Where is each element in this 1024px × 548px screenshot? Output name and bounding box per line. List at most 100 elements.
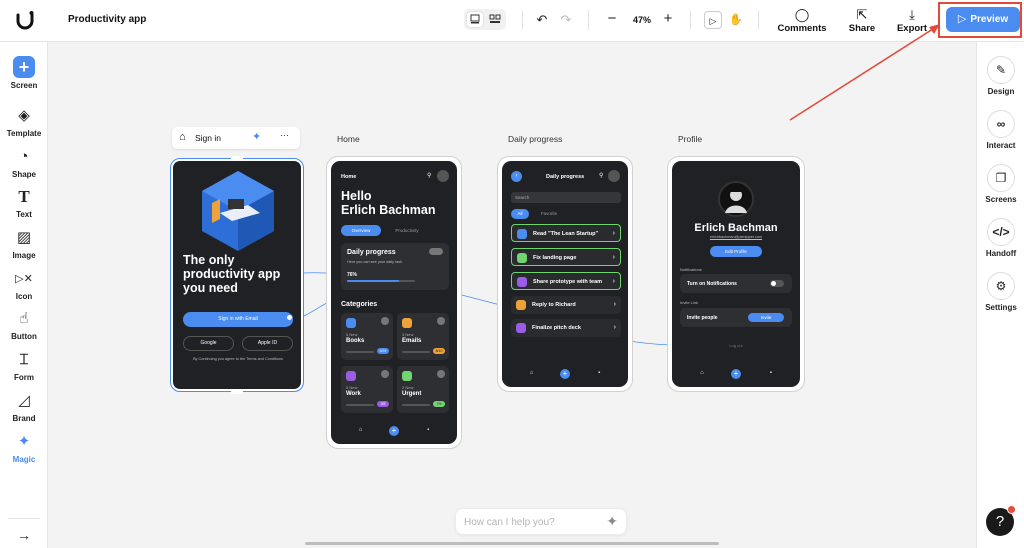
export-button[interactable]: ⤓ Export — [893, 7, 931, 34]
nav-document-icon[interactable]: ▪ — [770, 370, 772, 376]
sidebar-item-text[interactable]: T Text — [0, 187, 48, 219]
nav-document-icon[interactable]: ▪ — [598, 370, 600, 376]
invite-button[interactable]: Invite — [748, 313, 784, 322]
hand-tool-icon[interactable]: ✋ — [728, 11, 744, 29]
tab-favorite[interactable]: Favorite — [534, 209, 564, 219]
invite-row[interactable]: Invite people Invite — [680, 308, 792, 327]
task-text: Reply to Richard — [532, 302, 576, 308]
zoom-out-icon[interactable]: − — [604, 10, 620, 28]
design-button[interactable]: ✎ Design — [977, 56, 1024, 96]
category-card[interactable]: 5 New Books 4/24 — [341, 313, 393, 360]
assistant-input[interactable]: How can I help you? — [464, 517, 555, 528]
task-item[interactable]: Fix landing page › — [511, 248, 621, 266]
nav-home-icon[interactable]: ⌂ — [700, 370, 704, 376]
redo-icon[interactable]: ↷ — [558, 11, 574, 29]
nav-document-icon[interactable]: ▪ — [427, 427, 429, 433]
task-item[interactable]: Share prototype with team › — [511, 272, 621, 290]
undo-icon[interactable]: ↶ — [534, 11, 550, 29]
help-button[interactable]: ? — [986, 505, 1016, 536]
signin-google-button[interactable]: Google — [183, 336, 234, 351]
search-icon[interactable]: ⚲ — [427, 172, 431, 179]
sidebar-item-button[interactable]: ☝ Button — [0, 309, 48, 341]
screens-button[interactable]: ❐ Screens — [977, 164, 1024, 204]
daily-progress-card[interactable]: Daily progress Here you can see your dai… — [341, 243, 449, 290]
handoff-button[interactable]: </> Handoff — [977, 218, 1024, 258]
sidebar-item-screen[interactable]: + Screen — [0, 56, 48, 90]
sidebar-item-template[interactable]: ◈ Template — [0, 106, 48, 138]
category-card[interactable]: 5 New Work 3/5 — [341, 366, 393, 413]
frame-daily-progress[interactable]: ‹ Daily progress ⚲ Search All Favorite R… — [497, 156, 633, 392]
avatar[interactable] — [437, 170, 449, 182]
comment-icon: ◯ — [794, 7, 810, 22]
assistant-prompt[interactable]: How can I help you? ✦ — [455, 508, 627, 535]
frame-label-profile[interactable]: Profile — [678, 134, 702, 144]
share-label: Share — [848, 23, 876, 34]
notifications-toggle[interactable] — [770, 280, 784, 287]
frame-label-signin[interactable]: Sign in — [195, 133, 221, 143]
sidebar-item-shape[interactable]: ◔ Shape — [0, 147, 48, 179]
collapse-arrow-icon[interactable]: → — [15, 526, 33, 544]
category-card[interactable]: 2 New Urgent 7/9 — [397, 366, 449, 413]
category-card[interactable]: 3 New Emails 8/10 — [397, 313, 449, 360]
tab-all[interactable]: All — [511, 209, 529, 219]
sparkle-icon[interactable]: ✦ — [252, 130, 261, 143]
app-logo-icon[interactable] — [14, 9, 36, 31]
sidebar-item-form[interactable]: ⌶ Form — [0, 350, 48, 382]
interact-button[interactable]: ∞ Interact — [977, 110, 1024, 150]
urgent-icon — [402, 371, 412, 381]
task-text: Finalize pitch deck — [532, 325, 581, 331]
nav-home-icon[interactable]: ⌂ — [530, 370, 534, 376]
view-mode-toggle[interactable] — [464, 9, 506, 30]
search-icon[interactable]: ⚲ — [599, 172, 603, 179]
category-bar — [402, 404, 430, 406]
grid-view-icon[interactable] — [487, 12, 503, 27]
task-item[interactable]: Finalize pitch deck › — [511, 319, 621, 337]
frame-profile[interactable]: Erlich Bachman erlichbachman@piedpiper.c… — [667, 156, 805, 392]
frame-home[interactable]: Home ⚲ Hello Erlich Bachman Overview Pro… — [326, 156, 462, 449]
task-item[interactable]: Read "The Lean Startup" › — [511, 224, 621, 242]
sparkle-icon[interactable]: ✦ — [606, 513, 618, 530]
frame-signin[interactable]: The only productivity app you need Sign … — [170, 156, 304, 394]
sidebar-item-image[interactable]: ▨ Image — [0, 228, 48, 260]
back-button[interactable]: ‹ — [511, 171, 522, 182]
more-icon[interactable]: ··· — [280, 130, 289, 140]
divider — [690, 10, 691, 30]
settings-button[interactable]: ⚙ Settings — [977, 272, 1024, 312]
home-greeting: Hello Erlich Bachman — [341, 189, 436, 217]
sidebar-label: Shape — [11, 170, 36, 179]
nav-add-icon[interactable]: + — [389, 426, 399, 436]
nav-add-icon[interactable]: + — [560, 369, 570, 379]
task-item[interactable]: Reply to Richard › — [511, 296, 621, 314]
play-mode-icon[interactable]: ▷ — [704, 11, 722, 29]
bottom-nav: ⌂ + ▪ — [672, 369, 800, 381]
resize-handle[interactable] — [231, 390, 243, 394]
button-icon: ☝ — [19, 310, 29, 327]
frame-label-home[interactable]: Home — [337, 134, 360, 144]
edit-profile-button[interactable]: Edit Profile — [710, 246, 762, 257]
sidebar-item-brand[interactable]: ◿ Brand — [0, 391, 48, 423]
project-title[interactable]: Productivity app — [68, 14, 146, 25]
zoom-level[interactable]: 47% — [633, 15, 651, 25]
tab-productivity[interactable]: Productivity — [387, 225, 427, 236]
avatar[interactable] — [608, 170, 620, 182]
single-view-icon[interactable] — [467, 12, 483, 27]
signin-email-button[interactable]: Sign in with Email — [183, 312, 293, 327]
share-button[interactable]: ⇱ Share — [842, 7, 882, 34]
horizontal-scrollbar[interactable] — [305, 542, 719, 545]
resize-handle[interactable] — [231, 156, 243, 160]
frame-label-daily-progress[interactable]: Daily progress — [508, 134, 562, 144]
signin-apple-button[interactable]: Apple ID — [242, 336, 293, 351]
notifications-row[interactable]: Turn on Notifications — [680, 274, 792, 293]
zoom-in-icon[interactable]: + — [660, 10, 676, 28]
nav-home-icon[interactable]: ⌂ — [359, 427, 363, 433]
comments-button[interactable]: ◯ Comments — [776, 7, 828, 34]
search-input[interactable]: Search — [511, 192, 621, 203]
link-handle[interactable] — [286, 314, 293, 321]
nav-add-icon[interactable]: + — [731, 369, 741, 379]
logout-link[interactable]: Log out — [672, 343, 800, 348]
sidebar-item-icon[interactable]: ▷✕ Icon — [0, 269, 48, 301]
signin-terms[interactable]: By Continuing you agree to the Terms and… — [183, 357, 293, 361]
divider — [758, 10, 759, 30]
tab-overview[interactable]: Overview — [341, 225, 381, 236]
sidebar-item-magic[interactable]: ✦ Magic — [0, 432, 48, 464]
